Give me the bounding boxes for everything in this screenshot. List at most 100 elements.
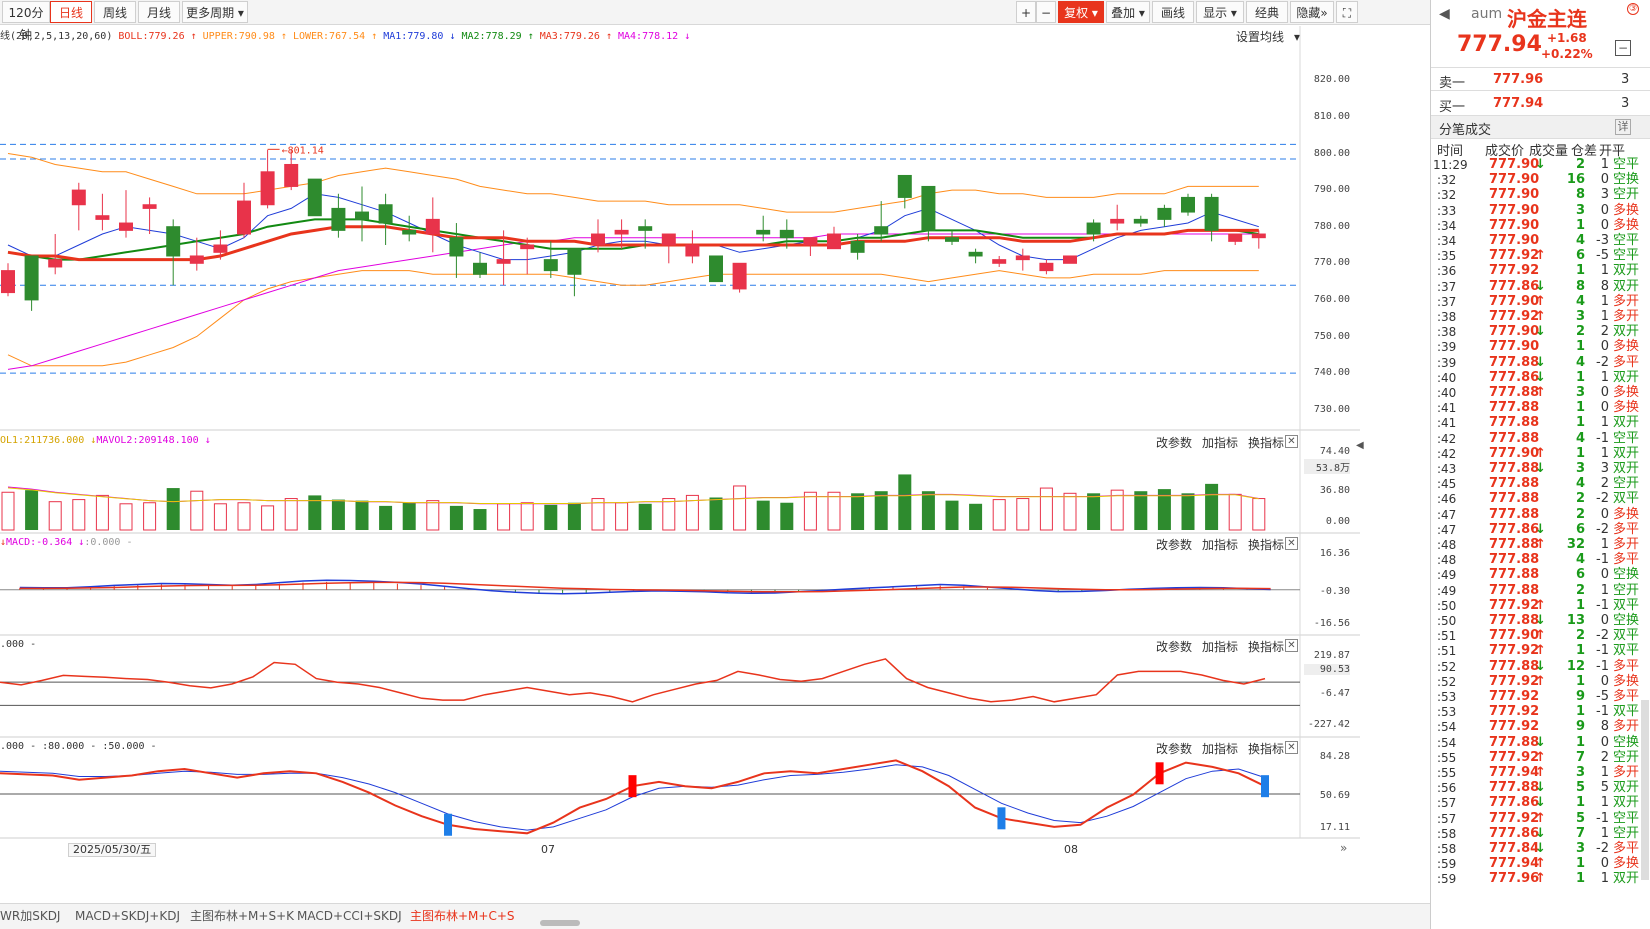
tick-price: 777.88 <box>1489 658 1540 674</box>
candle-body <box>355 211 369 220</box>
candle-body <box>237 200 251 235</box>
candle-body <box>567 248 582 275</box>
tick-price: 777.88 <box>1489 567 1540 583</box>
tick-time: :52 <box>1437 674 1457 689</box>
candle-body <box>1251 233 1266 239</box>
template-tab-boll-mcs[interactable]: 主图布林+M+C+S <box>410 904 515 928</box>
template-tab-boll-msk[interactable]: 主图布林+M+S+K <box>190 904 294 928</box>
switch-indicator-button[interactable]: 换指标 <box>1248 640 1284 654</box>
info-icon[interactable]: ③ <box>1627 3 1639 15</box>
tick-oi-change: 1 <box>1600 537 1609 552</box>
template-tab-wr[interactable]: WR加SKDJ <box>0 904 60 928</box>
close-icon[interactable]: ✕ <box>1285 741 1298 754</box>
tick-volume: 3 <box>1575 309 1585 324</box>
close-icon[interactable]: ✕ <box>1285 435 1298 448</box>
tick-oi-change: 5 <box>1600 780 1609 796</box>
close-icon[interactable]: ✕ <box>1285 639 1298 652</box>
volume-bar <box>921 491 935 530</box>
tick-type: 多换 <box>1613 385 1640 400</box>
tick-volume: 9 <box>1575 689 1585 704</box>
tick-direction: ↑ <box>1535 293 1546 309</box>
tick-type: 多换 <box>1613 339 1640 355</box>
tick-price: 777.88 <box>1489 552 1540 568</box>
ticks-detail-button[interactable]: 详 <box>1615 119 1631 135</box>
tick-time: :47 <box>1437 522 1457 537</box>
tick-time: :32 <box>1437 188 1457 203</box>
minimize-icon[interactable]: − <box>1615 40 1631 56</box>
horizontal-scrollbar[interactable] <box>540 920 580 926</box>
tick-row: :42 777.90 ↑ 1 1 双开 <box>1431 446 1650 462</box>
tick-time: :58 <box>1437 826 1457 841</box>
volume-bar <box>1039 487 1053 531</box>
tick-price: 777.88 <box>1489 476 1540 492</box>
candle-body <box>850 240 865 253</box>
candle-body <box>166 226 181 257</box>
panel-collapse-icon[interactable]: ◀ <box>1356 440 1364 464</box>
tick-volume: 4 <box>1575 430 1585 446</box>
volume-bar <box>780 502 794 530</box>
tick-time: :59 <box>1437 872 1457 887</box>
ticks-scrollbar[interactable] <box>1641 700 1649 880</box>
add-indicator-button[interactable]: 加指标 <box>1202 742 1238 756</box>
tick-row: :58 777.84 ↓ 3 -2 多平 <box>1431 841 1650 857</box>
tick-time: :52 <box>1437 659 1457 674</box>
candle-body <box>95 215 110 220</box>
volume-bar <box>520 502 534 531</box>
tick-direction: ↓ <box>1535 613 1546 628</box>
template-tab-macd-cci-skdj[interactable]: MACD+CCI+SKDJ <box>297 904 402 928</box>
ask1-label: 卖一 <box>1439 76 1466 91</box>
change-params-button[interactable]: 改参数 <box>1156 742 1192 756</box>
template-tab-macd-skdj-kdj[interactable]: MACD+SKDJ+KDJ <box>75 904 180 928</box>
tick-row: :34 777.90 1 0 多换 <box>1431 218 1650 234</box>
tick-price: 777.90 <box>1489 233 1540 248</box>
cci-tick-label: -6.47 <box>1319 688 1350 699</box>
switch-indicator-button[interactable]: 换指标 <box>1248 436 1284 450</box>
tick-time: :45 <box>1437 477 1457 492</box>
collapse-left-icon[interactable]: ◀ <box>1439 6 1450 22</box>
tick-oi-change: -1 <box>1596 810 1609 826</box>
ma4-line <box>7 233 1259 370</box>
add-indicator-button[interactable]: 加指标 <box>1202 538 1238 552</box>
change-params-button[interactable]: 改参数 <box>1156 640 1192 654</box>
change-params-button[interactable]: 改参数 <box>1156 436 1192 450</box>
tick-direction: ↑ <box>1535 765 1546 780</box>
add-indicator-button[interactable]: 加指标 <box>1202 640 1238 654</box>
tick-price: 777.94 <box>1489 765 1540 780</box>
volume-bar <box>1228 493 1242 531</box>
tick-direction: ↓ <box>1535 825 1546 841</box>
tick-volume: 1 <box>1575 415 1585 431</box>
macd-tick-label: -16.56 <box>1313 618 1350 629</box>
macd-legend: ↓MACD:-0.364 ↓:0.000 - <box>0 537 132 553</box>
tick-row: :38 777.90 ↓ 2 2 双开 <box>1431 324 1650 340</box>
volume-bar <box>756 500 770 530</box>
tick-type: 空平 <box>1613 233 1640 248</box>
tick-type: 空开 <box>1613 749 1640 765</box>
candle-body <box>1063 255 1077 264</box>
switch-indicator-button[interactable]: 换指标 <box>1248 538 1284 552</box>
cci-tick-label: 219.87 <box>1313 650 1350 661</box>
tick-price: 777.90 <box>1489 202 1540 218</box>
tick-direction: ↓ <box>1535 278 1546 294</box>
scroll-right-icon[interactable]: » <box>1340 841 1347 855</box>
tick-oi-change: 1 <box>1600 309 1609 324</box>
bid1-volume: 3 <box>1621 96 1630 111</box>
candle-body <box>142 204 157 209</box>
tick-price: 777.86 <box>1489 521 1540 537</box>
volume-bar <box>284 498 298 531</box>
kdj-tick-label: 17.11 <box>1319 822 1350 833</box>
tick-price: 777.92 <box>1489 643 1540 659</box>
tick-oi-change: -2 <box>1596 628 1609 644</box>
tick-price: 777.92 <box>1489 673 1540 689</box>
tick-type: 多换 <box>1613 673 1640 689</box>
change-params-button[interactable]: 改参数 <box>1156 538 1192 552</box>
add-indicator-button[interactable]: 加指标 <box>1202 436 1238 450</box>
tick-time: :57 <box>1437 811 1457 826</box>
volume-bar <box>1016 498 1030 531</box>
switch-indicator-button[interactable]: 换指标 <box>1248 742 1284 756</box>
candle-body <box>1015 255 1030 261</box>
close-icon[interactable]: ✕ <box>1285 537 1298 550</box>
ask1-price: 777.96 <box>1493 72 1544 87</box>
tick-volume: 2 <box>1575 491 1585 507</box>
tick-volume: 4 <box>1575 552 1585 568</box>
tick-row: :43 777.88 ↓ 3 3 双开 <box>1431 461 1650 477</box>
